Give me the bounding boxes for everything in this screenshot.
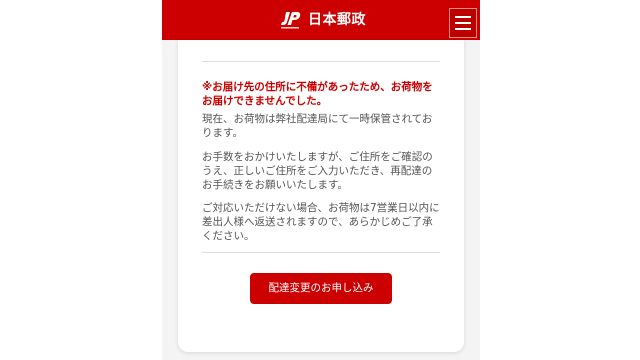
jp-post-logo-icon: [280, 10, 302, 30]
bottom-divider: [202, 252, 440, 253]
hamburger-menu-icon-bar-2: [455, 22, 471, 24]
return-warning-text: ご対応いただけない場合、お荷物は7営業日以内に差出人様へ返送されますので、あらか…: [202, 202, 440, 242]
brand-name: 日本郵政: [308, 12, 366, 28]
site-header: 日本郵政: [162, 0, 480, 40]
hamburger-menu-icon-bar-3: [455, 28, 471, 30]
mobile-viewport: 日本郵政 ※お届け先の住所に不備があったため、お荷物をお届けできませんでした。 …: [162, 0, 480, 360]
hamburger-menu-button[interactable]: [449, 8, 477, 38]
delivery-failure-alert: ※お届け先の住所に不備があったため、お荷物をお届けできませんでした。: [202, 81, 433, 107]
brand-logo-link[interactable]: 日本郵政: [280, 10, 366, 30]
address-confirmation-text: お手数をおかけいたしますが、ご住所をご確認のうえ、正しいご住所をご入力いただき、…: [202, 151, 433, 191]
hamburger-menu-icon: [455, 16, 471, 18]
redelivery-request-button[interactable]: 配達変更のお申し込み: [250, 273, 392, 304]
notice-card: ※お届け先の住所に不備があったため、お荷物をお届けできませんでした。 現在、お荷…: [178, 40, 464, 352]
storage-status-text: 現在、お荷物は弊社配達局にて一時保管されております。: [202, 113, 433, 139]
top-divider: [202, 61, 440, 62]
